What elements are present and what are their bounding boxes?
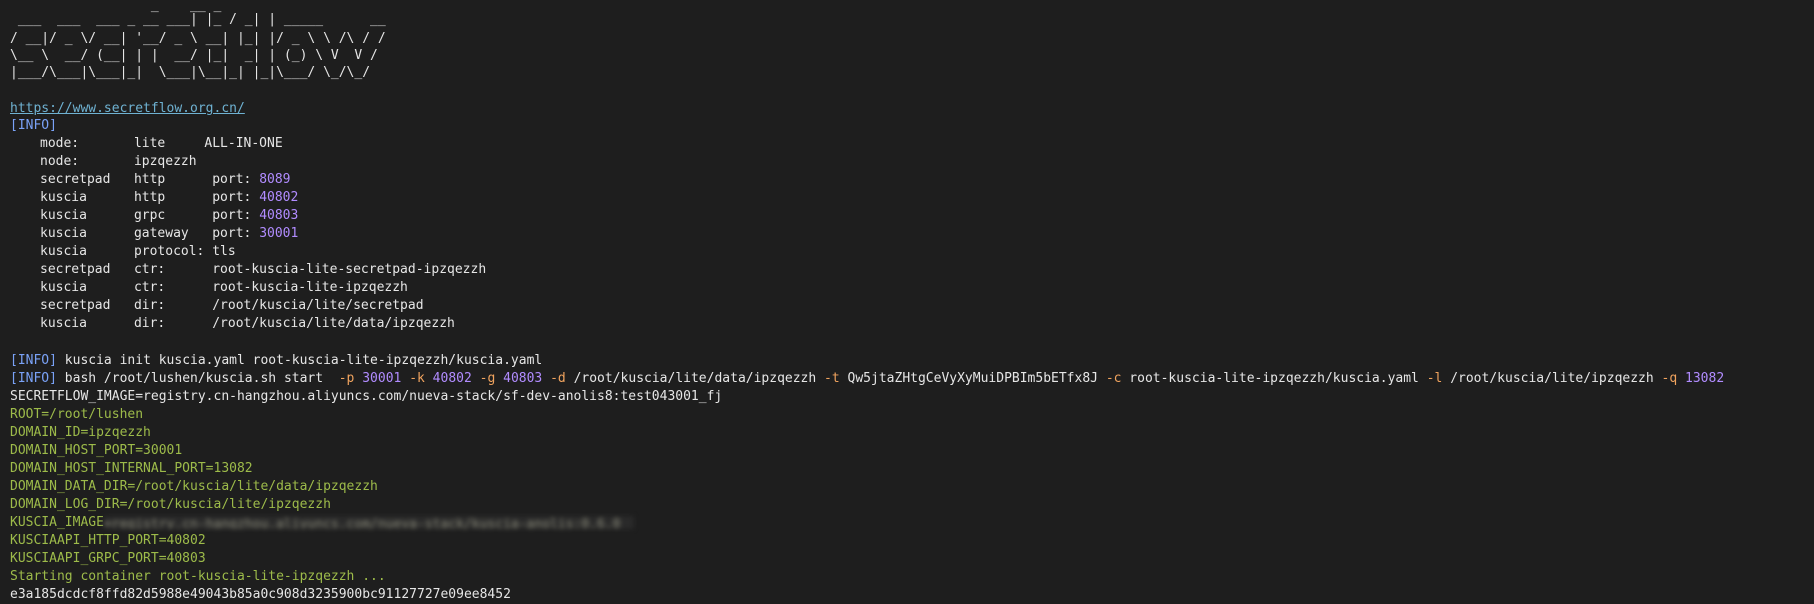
info-row-kuscia-grpc: kuscia grpc port: 40803 — [40, 208, 299, 223]
banner-line-2: / __|/ _ \/ __| '__/ _ \ __| |_| |/ _ \ … — [10, 31, 386, 46]
env-kusciaapi-grpc-port: KUSCIAAPI_GRPC_PORT=40803 — [10, 551, 206, 566]
info-row-kuscia-protocol: kuscia protocol: tls — [40, 244, 236, 259]
banner-line-1: ___ ___ ___ _ __ ___| |_ / _| | _____ __ — [10, 12, 386, 27]
container-id: e3a185dcdcf8ffd82d5988e49043b85a0c908d32… — [10, 587, 511, 602]
terminal-window[interactable]: _ __ _ ___ ___ ___ _ __ ___| |_ / _| | _… — [0, 0, 1814, 604]
banner-line-3: \__ \ __/ (__| | | __/ |_| _| | (_) \ V … — [10, 48, 378, 63]
env-domain-host-internal-port: DOMAIN_HOST_INTERNAL_PORT=13082 — [10, 461, 253, 476]
info-row-mode: mode: lite ALL-IN-ONE — [40, 136, 283, 151]
secretflow-image-line: SECRETFLOW_IMAGE=registry.cn-hangzhou.al… — [10, 389, 723, 404]
info-row-node: node: ipzqezzh — [40, 154, 197, 169]
env-domain-log-dir: DOMAIN_LOG_DIR=/root/kuscia/lite/ipzqezz… — [10, 497, 331, 512]
env-kuscia-image: KUSCIA_IMAGE=registry.cn-hangzhou.aliyun… — [10, 514, 634, 531]
info-row-kuscia-gateway: kuscia gateway port: 30001 — [40, 226, 299, 241]
blurred-image-value: =registry.cn-hangzhou.aliyuncs.com/nueva… — [103, 516, 634, 529]
url-line: https://www.secretflow.org.cn/ — [10, 100, 245, 117]
info-row-kuscia-dir: kuscia dir: /root/kuscia/lite/data/ipzqe… — [40, 316, 455, 331]
starting-container-msg: Starting container root-kuscia-lite-ipzq… — [10, 569, 386, 584]
info-row-secretpad-ctr: secretpad ctr: root-kuscia-lite-secretpa… — [40, 262, 487, 277]
banner-line-4: |___/\___|\___|_| \___|\__|_| |_|\___/ \… — [10, 65, 371, 80]
cmd-start-line: [INFO] bash /root/lushen/kuscia.sh start… — [10, 371, 1725, 386]
secretflow-link[interactable]: https://www.secretflow.org.cn/ — [10, 101, 245, 116]
info-row-kuscia-ctr: kuscia ctr: root-kuscia-lite-ipzqezzh — [40, 280, 408, 295]
info-header: [INFO] — [10, 118, 57, 133]
env-domain-host-port: DOMAIN_HOST_PORT=30001 — [10, 443, 183, 458]
info-row-secretpad-http: secretpad http port: 8089 — [40, 172, 291, 187]
env-domain-data-dir: DOMAIN_DATA_DIR=/root/kuscia/lite/data/i… — [10, 479, 378, 494]
info-row-kuscia-http: kuscia http port: 40802 — [40, 190, 299, 205]
info-row-secretpad-dir: secretpad dir: /root/kuscia/lite/secretp… — [40, 298, 424, 313]
cmd-init-line: [INFO] kuscia init kuscia.yaml root-kusc… — [10, 353, 543, 368]
env-domain-id: DOMAIN_ID=ipzqezzh — [10, 425, 151, 440]
env-root: ROOT=/root/lushen — [10, 407, 144, 422]
env-kusciaapi-http-port: KUSCIAAPI_HTTP_PORT=40802 — [10, 533, 206, 548]
